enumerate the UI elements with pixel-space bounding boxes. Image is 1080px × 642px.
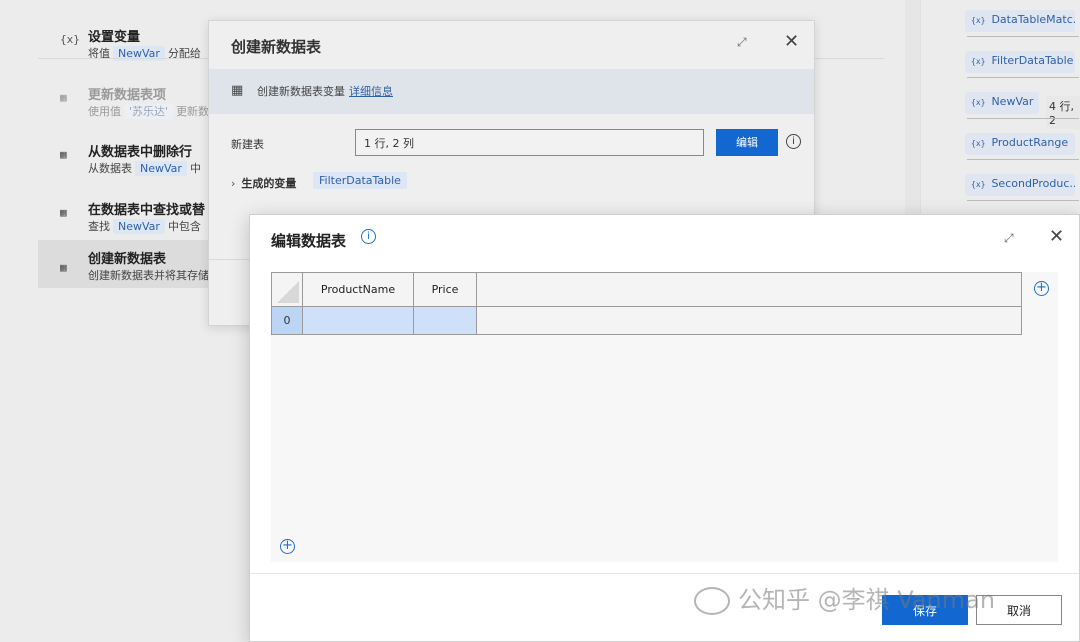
column-header[interactable]: ProductName [303,273,414,307]
table-icon: ▦ [60,206,67,219]
table-cell[interactable] [303,307,414,335]
action-title: 设置变量 [88,26,140,45]
new-table-label: 新建表 [231,136,264,152]
variable-icon: {x} [971,180,985,189]
edit-datatable-dialog: 编辑数据表 i ⤢ ✕ ProductName Price 0 + + 保存 取… [249,214,1080,642]
variable-chip[interactable]: {x}SecondProduc... [965,174,1075,196]
info-text: 创建新数据表变量详细信息 [257,83,393,99]
dialog-title: 编辑数据表 [271,230,346,251]
action-desc: 从数据表NewVar中 [88,160,201,176]
variable-underline [967,159,1079,160]
variable-size: 4 行, 2 [1046,96,1080,129]
empty-header-area [477,273,1022,307]
variable-chip[interactable]: {x}NewVar [965,92,1039,114]
empty-row-area [477,307,1022,335]
action-title: 更新数据表项 [88,84,166,103]
action-title: 创建新数据表 [88,248,166,267]
expand-icon[interactable]: ⤢ [737,35,747,50]
generated-variables-toggle[interactable]: ›生成的变量 [231,175,296,191]
variable-chip[interactable]: {x}FilterDataTable [965,51,1075,73]
new-table-field[interactable]: 1 行, 2 列 [355,129,704,156]
action-title: 从数据表中删除行 [88,141,192,160]
footer-divider [250,573,1079,574]
details-link[interactable]: 详细信息 [349,85,393,98]
chevron-right-icon: › [231,177,235,190]
column-header[interactable]: Price [414,273,477,307]
variable-chip[interactable]: {x}DataTableMatc... [965,10,1075,32]
datatable-grid-area: ProductName Price 0 [271,272,1058,562]
info-icon[interactable]: i [786,134,801,149]
variable-icon: {x} [60,33,80,46]
close-icon[interactable]: ✕ [1049,226,1064,247]
watermark: 公知乎 @李祺 Vanman [694,580,995,615]
variable-chip[interactable]: {x}ProductRange [965,133,1075,155]
table-cell[interactable] [414,307,477,335]
action-desc: 创建新数据表并将其存储 [88,267,209,283]
action-desc: 使用值'苏乐达'更新数 [88,103,209,119]
dialog-title: 创建新数据表 [231,36,321,57]
wechat-icon [694,587,730,615]
add-column-icon[interactable]: + [1034,281,1049,296]
edit-button[interactable]: 编辑 [716,129,778,156]
variable-underline [967,36,1079,37]
variable-icon: {x} [971,139,985,148]
select-all-corner[interactable] [272,273,303,307]
variable-underline [967,118,1079,119]
close-icon[interactable]: ✕ [784,31,799,52]
generated-variable-chip[interactable]: FilterDataTable [313,172,407,189]
row-header[interactable]: 0 [272,307,303,335]
table-icon: ▦ [60,148,67,161]
table-icon: ▦ [60,91,67,104]
info-icon[interactable]: i [361,229,376,244]
info-bar: ▦ 创建新数据表变量详细信息 [209,69,814,114]
datatable-grid: ProductName Price 0 [271,272,1022,335]
expand-icon[interactable]: ⤢ [1004,231,1014,246]
variable-icon: {x} [971,57,985,66]
table-icon: ▦ [60,261,67,274]
variable-icon: {x} [971,98,985,107]
action-desc: 查找NewVar中包含 [88,218,201,234]
add-row-icon[interactable]: + [280,539,295,554]
action-title: 在数据表中查找或替 [88,199,205,218]
table-icon: ▦ [231,83,243,98]
variable-icon: {x} [971,16,985,25]
variable-underline [967,77,1079,78]
variable-underline [967,200,1079,201]
